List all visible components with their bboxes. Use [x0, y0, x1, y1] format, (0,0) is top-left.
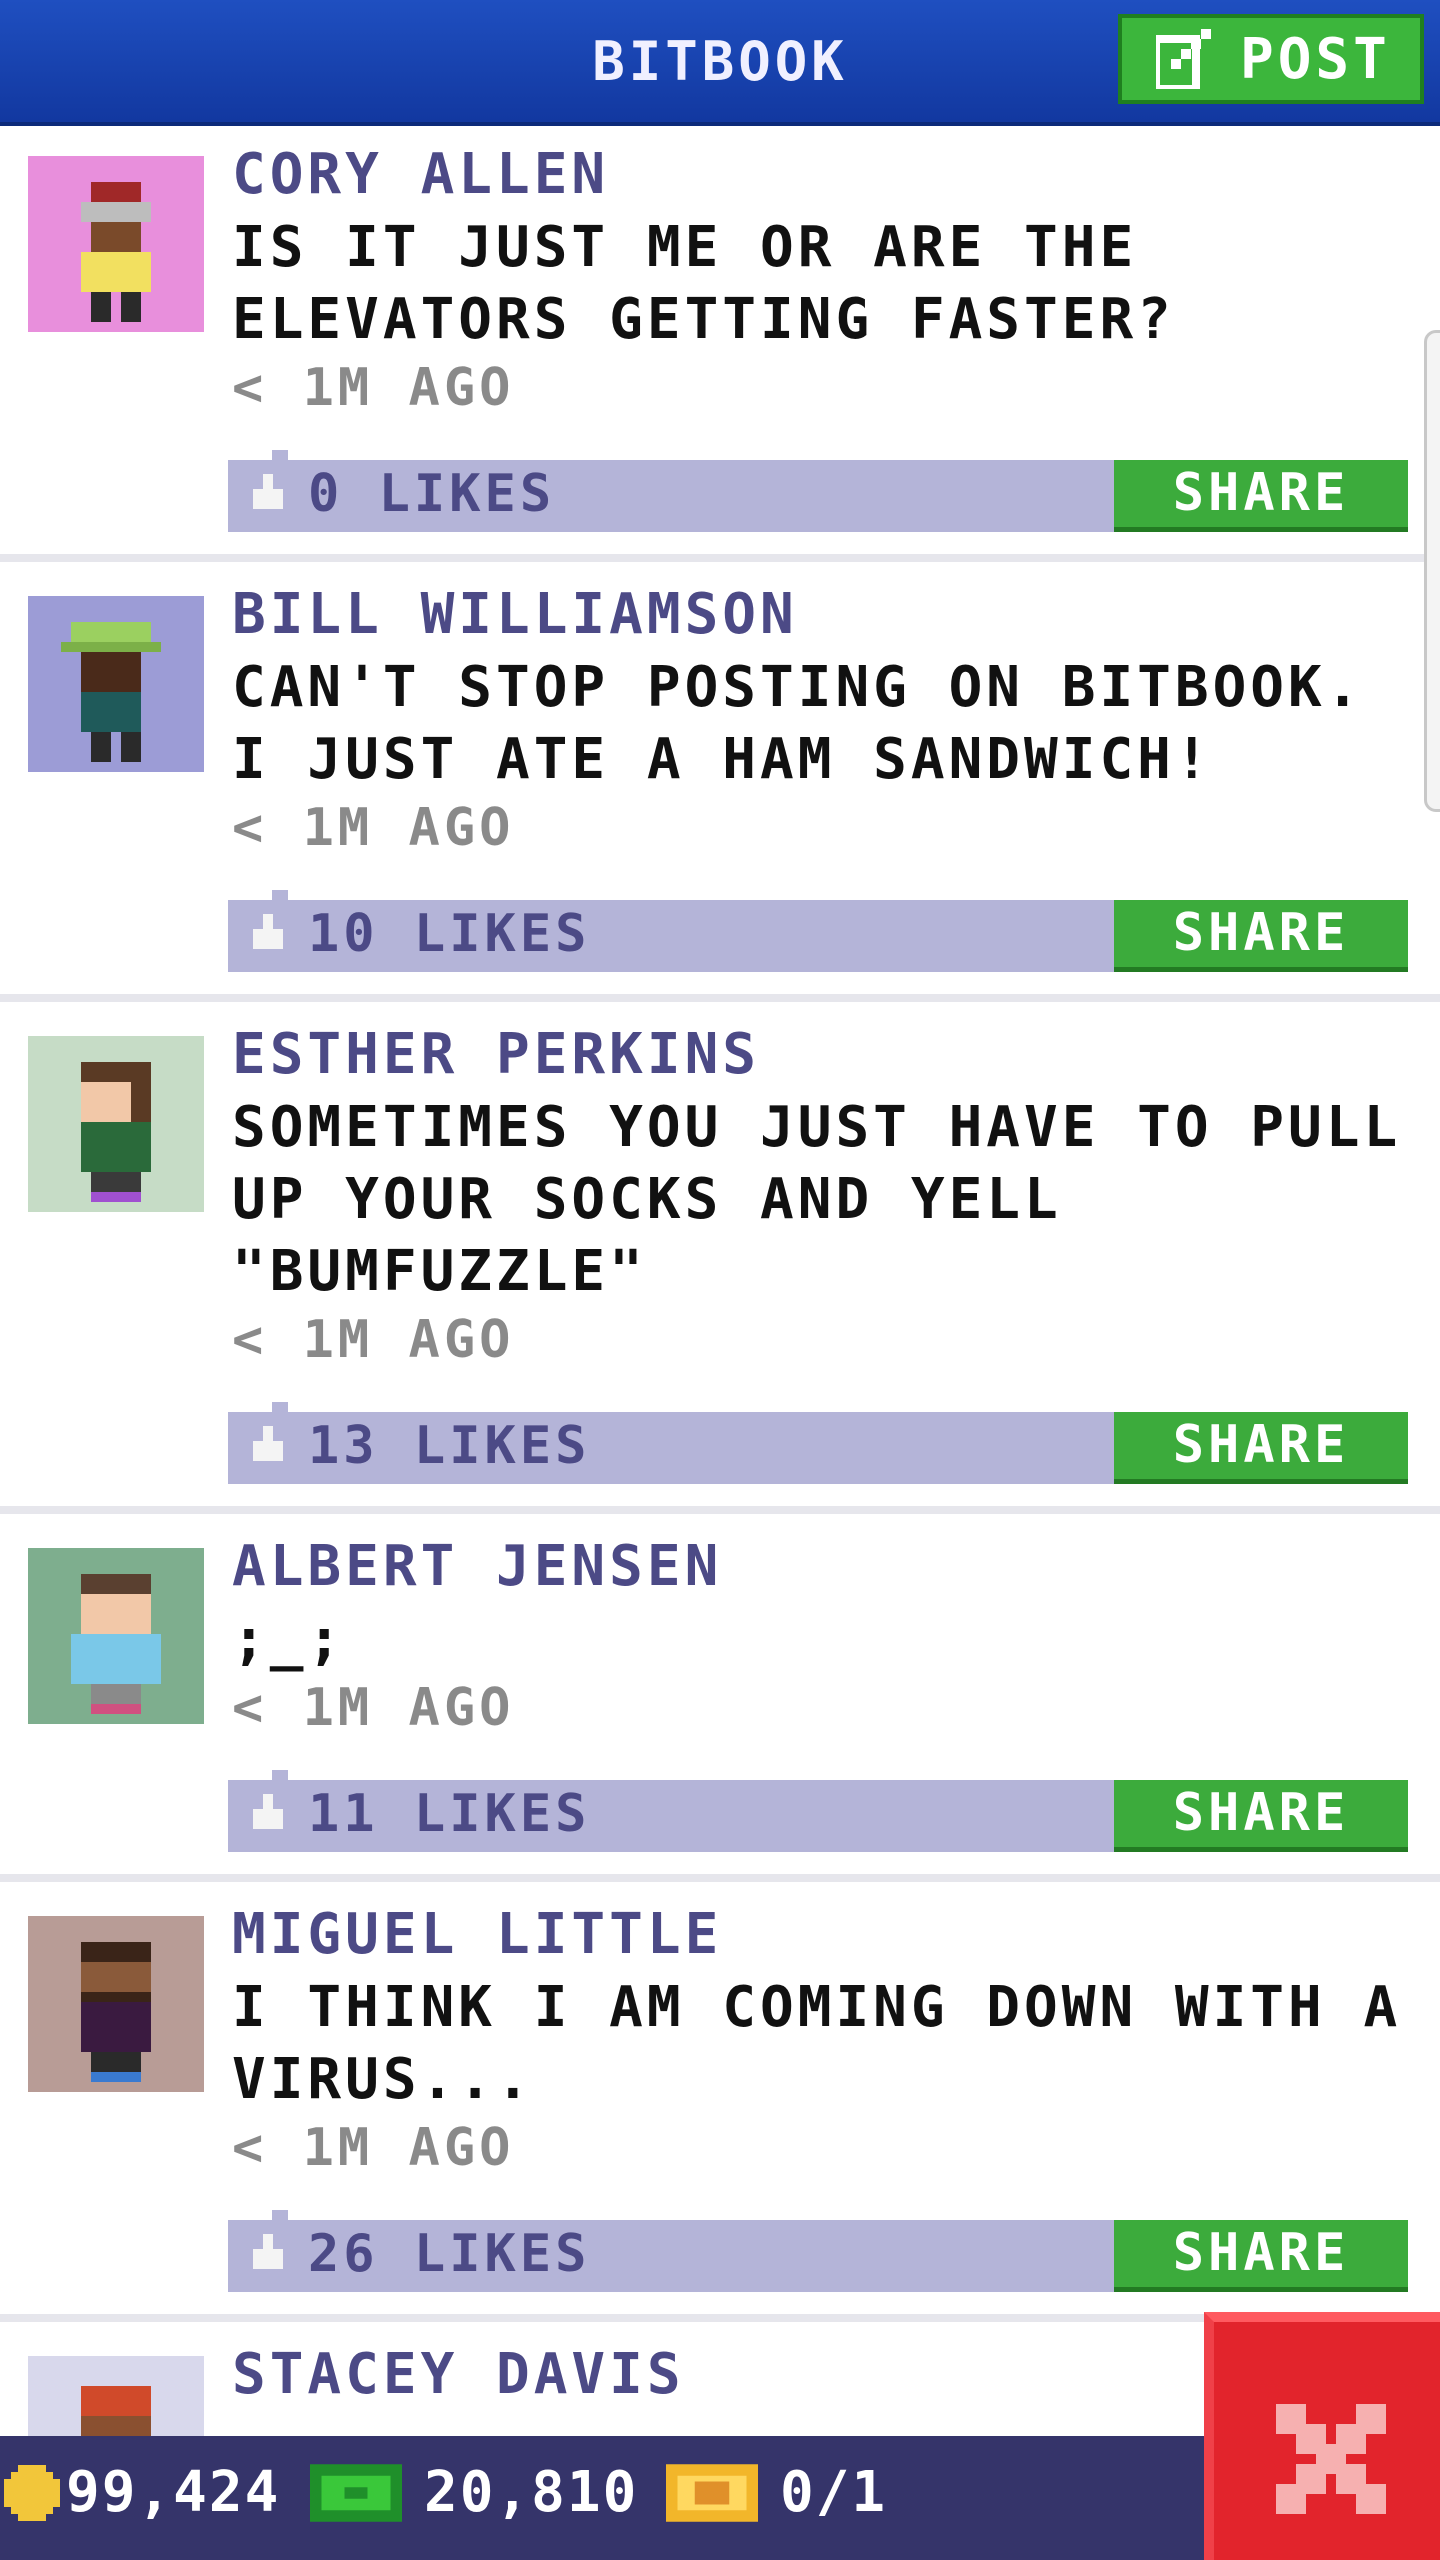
person-avatar-icon — [81, 1942, 151, 2082]
share-button[interactable]: SHARE — [1114, 900, 1408, 972]
post-divider — [0, 554, 1440, 562]
bux-icon — [310, 2463, 402, 2522]
coins-stat: 99,424 — [4, 2460, 280, 2525]
post-timestamp: < 1M AGO — [232, 358, 515, 418]
tickets-value: 0/1 — [780, 2460, 888, 2525]
avatar[interactable] — [28, 1036, 204, 1212]
post-text: IS IT JUST ME OR ARE THE ELEVATORS GETTI… — [232, 215, 1175, 352]
top-bar: BITBOOK POST — [0, 0, 1440, 126]
likes-count: 11 LIKES — [308, 1784, 591, 1844]
like-button[interactable]: 13 LIKES — [248, 1416, 590, 1476]
thumbs-up-icon — [253, 474, 283, 509]
post-button-label: POST — [1240, 26, 1391, 92]
edit-icon — [1156, 29, 1211, 89]
post-timestamp: < 1M AGO — [232, 1310, 515, 1370]
avatar[interactable] — [28, 156, 204, 332]
post-text: CAN'T STOP POSTING ON BITBOOK. I JUST AT… — [232, 655, 1364, 792]
post-author[interactable]: ALBERT JENSEN — [232, 1534, 722, 1599]
post-timestamp: < 1M AGO — [232, 798, 515, 858]
like-bar-tick — [272, 2210, 288, 2222]
like-button[interactable]: 10 LIKES — [248, 904, 590, 964]
like-bar: 11 LIKES SHARE — [228, 1770, 1408, 1852]
post-divider — [0, 994, 1440, 1002]
post-divider — [0, 1874, 1440, 1882]
share-button[interactable]: SHARE — [1114, 460, 1408, 532]
bux-stat: 20,810 — [310, 2460, 638, 2525]
share-button[interactable]: SHARE — [1114, 2220, 1408, 2292]
share-button[interactable]: SHARE — [1114, 1780, 1408, 1852]
app-title: BITBOOK — [592, 30, 848, 93]
like-bar: 0 LIKES SHARE — [228, 450, 1408, 532]
coins-value: 99,424 — [66, 2460, 281, 2525]
post-timestamp: < 1M AGO — [232, 1678, 515, 1738]
avatar[interactable] — [28, 596, 204, 772]
thumbs-up-icon — [253, 2234, 283, 2269]
share-button[interactable]: SHARE — [1114, 1412, 1408, 1484]
person-avatar-icon — [81, 1062, 151, 1202]
person-avatar-icon — [61, 622, 161, 762]
post-author[interactable]: CORY ALLEN — [232, 142, 609, 207]
post-divider — [0, 1506, 1440, 1514]
like-button[interactable]: 11 LIKES — [248, 1784, 590, 1844]
thumbs-up-icon — [253, 914, 283, 949]
like-bar: 13 LIKES SHARE — [228, 1402, 1408, 1484]
scrollbar[interactable] — [1424, 330, 1440, 812]
post-text: ;_; — [232, 1607, 346, 1672]
like-button[interactable]: 0 LIKES — [248, 464, 555, 524]
post-author[interactable]: MIGUEL LITTLE — [232, 1902, 722, 1967]
thumbs-up-icon — [253, 1794, 283, 1829]
post-button[interactable]: POST — [1118, 14, 1424, 104]
coin-icon — [4, 2464, 60, 2521]
post-author[interactable]: STACEY DAVIS — [232, 2342, 685, 2407]
close-icon — [1276, 2404, 1386, 2514]
person-avatar-icon — [71, 1574, 161, 1714]
person-avatar-icon — [81, 182, 151, 322]
post-author[interactable]: ESTHER PERKINS — [232, 1022, 760, 1087]
likes-count: 26 LIKES — [308, 2224, 591, 2284]
like-button[interactable]: 26 LIKES — [248, 2224, 590, 2284]
avatar[interactable] — [28, 1548, 204, 1724]
tickets-stat: 0/1 — [666, 2460, 887, 2525]
likes-count: 0 LIKES — [308, 464, 556, 524]
post-text: SOMETIMES YOU JUST HAVE TO PULL UP YOUR … — [232, 1095, 1402, 1304]
post-timestamp: < 1M AGO — [232, 2118, 515, 2178]
like-bar-tick — [272, 450, 288, 462]
like-bar-tick — [272, 1770, 288, 1782]
thumbs-up-icon — [253, 1426, 283, 1461]
like-bar: 26 LIKES SHARE — [228, 2210, 1408, 2292]
ticket-icon — [666, 2463, 758, 2522]
post-text: I THINK I AM COMING DOWN WITH A VIRUS... — [232, 1975, 1402, 2112]
close-button[interactable] — [1204, 2312, 1440, 2560]
like-bar-tick — [272, 890, 288, 902]
like-bar-tick — [272, 1402, 288, 1414]
bux-value: 20,810 — [424, 2460, 639, 2525]
avatar[interactable] — [28, 1916, 204, 2092]
like-bar: 10 LIKES SHARE — [228, 890, 1408, 972]
post-author[interactable]: BILL WILLIAMSON — [232, 582, 798, 647]
likes-count: 10 LIKES — [308, 904, 591, 964]
likes-count: 13 LIKES — [308, 1416, 591, 1476]
